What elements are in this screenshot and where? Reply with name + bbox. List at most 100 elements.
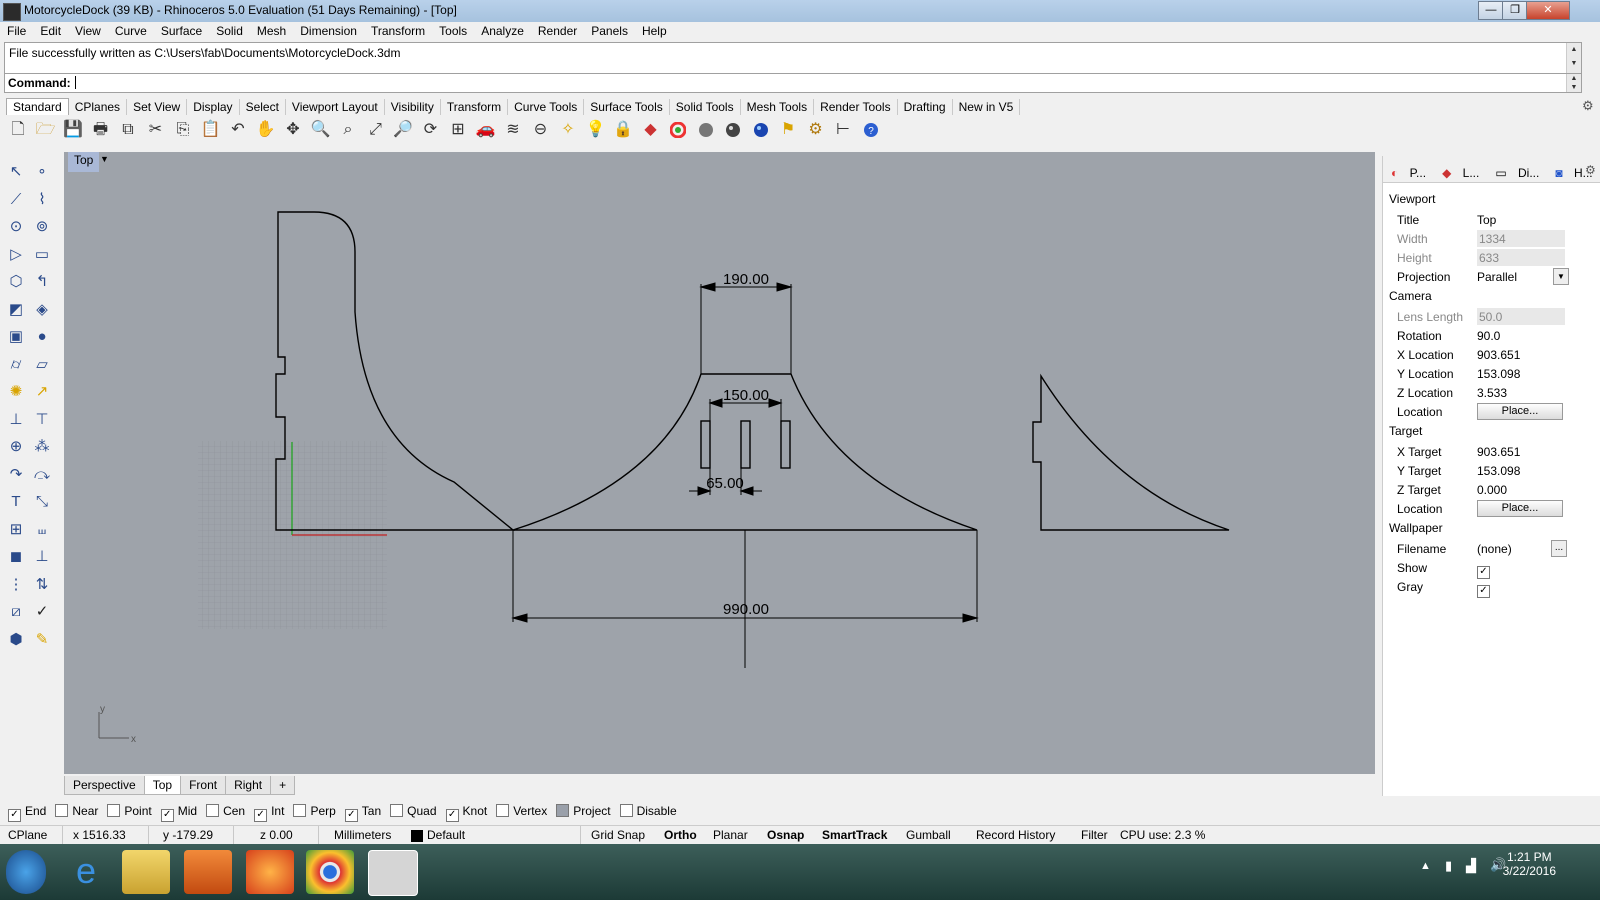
osnap-checkbox[interactable] <box>55 804 69 817</box>
osnap-checkbox[interactable] <box>390 804 404 817</box>
osnap-checkbox[interactable] <box>619 804 633 817</box>
panel-settings-gear-icon[interactable]: ⚙ <box>1585 163 1596 177</box>
dim-label-190[interactable]: 190.00 <box>723 271 769 288</box>
top-viewport[interactable]: 190.00 150.00 65.00 990.00 y x Top ▼ <box>64 152 1375 774</box>
osnap-checkbox[interactable] <box>206 804 220 817</box>
pencil-icon[interactable]: ✎ <box>30 628 54 652</box>
zoom-window-icon[interactable]: ⌕ <box>336 118 360 142</box>
prop-value-z-location[interactable]: 3.533 <box>1477 386 1507 400</box>
prop-value-y-location[interactable]: 153.098 <box>1477 367 1520 381</box>
osnap-end[interactable]: ✓ End <box>8 804 46 822</box>
tab-new-in-v5[interactable]: New in V5 <box>953 99 1021 115</box>
osnap-mid[interactable]: ✓ Mid <box>160 804 197 822</box>
tab-transform[interactable]: Transform <box>441 99 509 115</box>
dim-label-150[interactable]: 150.00 <box>723 387 769 404</box>
dimension-icon[interactable]: ⊢ <box>831 118 855 142</box>
rotate-view-icon[interactable]: ⟳ <box>419 118 443 142</box>
right-profile-shape[interactable] <box>1032 373 1230 531</box>
boolean-icon[interactable]: ⊕ <box>4 435 28 459</box>
lock-icon[interactable]: 🔒 <box>611 118 635 142</box>
osnap-point[interactable]: Point <box>107 804 152 818</box>
maximize-button[interactable]: ❐ <box>1502 1 1528 20</box>
viewport-title[interactable]: Top <box>68 152 100 172</box>
slot-right[interactable] <box>780 420 791 469</box>
help-icon[interactable]: ? <box>859 118 883 142</box>
media-player-icon[interactable] <box>184 850 232 894</box>
show-checkbox[interactable]: ✓ <box>1477 561 1494 579</box>
projection-chevron-down-icon[interactable]: ▼ <box>1553 268 1569 285</box>
osnap-checkbox[interactable] <box>556 804 570 817</box>
explode-icon[interactable]: ✺ <box>4 380 28 404</box>
shaded-sphere-icon[interactable] <box>694 118 718 142</box>
dim-label-65[interactable]: 65.00 <box>706 475 744 492</box>
gray-checkbox[interactable]: ✓ <box>1477 580 1494 598</box>
osnap-checkbox[interactable]: ✓ <box>160 809 174 822</box>
osnap-project[interactable]: Project <box>556 804 611 818</box>
check-icon[interactable]: ✓ <box>30 600 54 624</box>
copy-icon[interactable]: ⎘ <box>171 118 195 142</box>
surface-icon[interactable]: ◩ <box>4 298 28 322</box>
properties-icon[interactable]: ✧ <box>556 118 580 142</box>
cylinder-icon[interactable]: ⌭ <box>4 353 28 377</box>
browse-button[interactable]: ... <box>1551 540 1567 557</box>
checkbox-box[interactable]: ✓ <box>1477 585 1490 598</box>
light-icon[interactable]: 💡 <box>584 118 608 142</box>
close-button[interactable]: ✕ <box>1526 1 1570 20</box>
prop-value-x-location[interactable]: 903.651 <box>1477 348 1520 362</box>
solid-box-icon[interactable]: ◼ <box>4 545 28 569</box>
viewport-menu-chevron-down-icon[interactable]: ▼ <box>100 154 109 164</box>
tab-cplanes[interactable]: CPlanes <box>69 99 128 115</box>
osnap-checkbox[interactable]: ✓ <box>445 809 459 822</box>
rhino-taskbar-icon[interactable] <box>368 850 418 896</box>
plane-icon[interactable]: ▱ <box>30 353 54 377</box>
osnap-int[interactable]: ✓ Int <box>254 804 284 822</box>
undo-icon[interactable]: ↶ <box>226 118 250 142</box>
prop-value-filename[interactable]: (none) <box>1477 542 1512 556</box>
rhino-app-icon[interactable] <box>3 3 21 21</box>
tab-select[interactable]: Select <box>240 99 286 115</box>
polygon-icon[interactable]: ⬡ <box>4 270 28 294</box>
car-icon[interactable]: 🚗 <box>474 118 498 142</box>
align-icon[interactable]: ⧢ <box>30 518 54 542</box>
osnap-disable[interactable]: Disable <box>619 804 677 818</box>
record-history-toggle[interactable]: Record History <box>976 828 1055 842</box>
scale-icon[interactable]: ⤡ <box>30 490 54 514</box>
menu-panels[interactable]: Panels <box>584 22 635 38</box>
osnap-quad[interactable]: Quad <box>390 804 437 818</box>
blend-icon[interactable]: ⤼ <box>30 463 54 487</box>
tab-standard[interactable]: Standard <box>6 98 69 115</box>
render-sphere-icon[interactable] <box>749 118 773 142</box>
menu-tools[interactable]: Tools <box>432 22 474 38</box>
dim-label-990[interactable]: 990.00 <box>723 601 769 618</box>
materials-icon[interactable]: ◆ <box>639 118 663 142</box>
tab-visibility[interactable]: Visibility <box>385 99 441 115</box>
menu-curve[interactable]: Curve <box>108 22 154 38</box>
osnap-checkbox[interactable]: ✓ <box>344 809 358 822</box>
tab-display[interactable]: Display <box>187 99 240 115</box>
menu-help[interactable]: Help <box>635 22 674 38</box>
dimension-linear-icon[interactable]: ⊥ <box>30 545 54 569</box>
menu-analyze[interactable]: Analyze <box>474 22 531 38</box>
tab-viewport-layout[interactable]: Viewport Layout <box>286 99 385 115</box>
osnap-knot[interactable]: ✓ Knot <box>445 804 487 822</box>
layer-icon[interactable]: ≋ <box>501 118 525 142</box>
tab-mesh-tools[interactable]: Mesh Tools <box>741 99 815 115</box>
tab-drafting[interactable]: Drafting <box>898 99 953 115</box>
slot-left[interactable] <box>700 420 711 469</box>
tab-front[interactable]: Front <box>180 776 227 795</box>
sphere-icon[interactable]: ● <box>30 325 54 349</box>
loft-icon[interactable]: ◈ <box>30 298 54 322</box>
mesh-icon[interactable]: ⬢ <box>4 628 28 652</box>
offset-icon[interactable]: ↷ <box>4 463 28 487</box>
minimize-button[interactable]: — <box>1478 1 1504 20</box>
grid-snap-toggle[interactable]: Grid Snap <box>591 828 645 842</box>
menu-file[interactable]: File <box>0 22 33 38</box>
pan-hand-icon[interactable]: ✋ <box>254 118 278 142</box>
extend-icon[interactable]: ↗ <box>30 380 54 404</box>
filter-toggle[interactable]: Filter <box>1081 828 1108 842</box>
point-icon[interactable]: ∘ <box>30 160 54 184</box>
group-icon[interactable]: ⁂ <box>30 435 54 459</box>
firefox-icon[interactable] <box>246 850 294 894</box>
file-explorer-icon[interactable] <box>122 850 170 894</box>
tab-perspective[interactable]: Perspective <box>64 776 145 795</box>
